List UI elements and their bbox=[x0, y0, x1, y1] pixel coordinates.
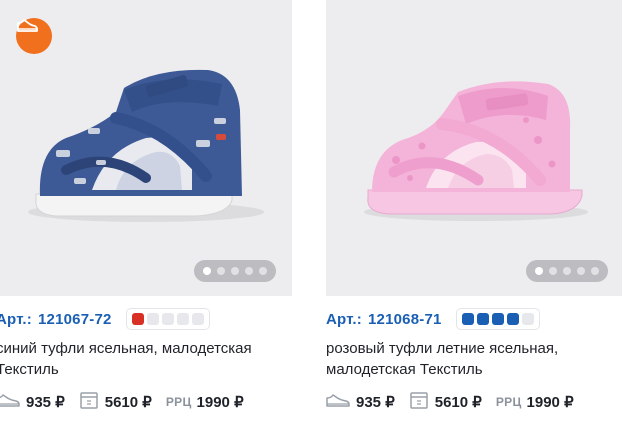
price-row: 935 ₽ 5610 ₽ РРЦ 1990 ₽ bbox=[0, 390, 258, 414]
rrc-price: РРЦ 1990 ₽ bbox=[166, 393, 244, 411]
box-price-value: 5610 ₽ bbox=[104, 394, 152, 411]
pager-dot[interactable] bbox=[245, 267, 253, 275]
product-title[interactable]: синий туфли ясельная, малодетская Тексти… bbox=[0, 338, 292, 380]
article-value: 121067-72 bbox=[38, 310, 112, 328]
product-card[interactable]: Арт.: 121068-71 розовый туфли летние ясел… bbox=[326, 0, 626, 422]
unit-price: 935 ₽ bbox=[0, 392, 65, 412]
pager-dot[interactable] bbox=[217, 267, 225, 275]
rrc-price: РРЦ 1990 ₽ bbox=[496, 393, 574, 411]
pager-dot[interactable] bbox=[577, 267, 585, 275]
product-title[interactable]: розовый туфли летние ясельная, малодетск… bbox=[326, 338, 622, 380]
box-icon bbox=[409, 390, 429, 414]
article-label: Арт.: bbox=[326, 310, 362, 328]
stock-cell bbox=[506, 313, 519, 325]
product-photo[interactable] bbox=[326, 0, 622, 296]
box-price: 5610 ₽ bbox=[79, 390, 152, 414]
article-number[interactable]: Арт.: 121067-72 bbox=[0, 311, 112, 328]
pager-dot[interactable] bbox=[231, 267, 239, 275]
sneaker-icon bbox=[0, 392, 20, 412]
stock-cell bbox=[476, 313, 489, 325]
product-card[interactable]: Арт.: 121067-72 синий туфли ясельная, мал… bbox=[0, 0, 296, 422]
stock-cell bbox=[176, 313, 189, 325]
article-value: 121068-71 bbox=[368, 310, 442, 328]
box-price-value: 5610 ₽ bbox=[434, 394, 482, 411]
unit-price: 935 ₽ bbox=[326, 392, 395, 412]
rrc-price-value: 1990 ₽ bbox=[196, 394, 244, 411]
stock-cell bbox=[131, 313, 144, 325]
shoe-badge-icon bbox=[16, 18, 52, 54]
pager-dot[interactable] bbox=[535, 267, 543, 275]
gallery-pager[interactable] bbox=[526, 260, 608, 282]
box-icon bbox=[79, 390, 99, 414]
rrc-price-value: 1990 ₽ bbox=[526, 394, 574, 411]
stock-indicator bbox=[455, 308, 540, 330]
article-row: Арт.: 121068-71 bbox=[326, 308, 540, 330]
pager-dot[interactable] bbox=[591, 267, 599, 275]
stock-cell bbox=[491, 313, 504, 325]
article-number[interactable]: Арт.: 121068-71 bbox=[326, 311, 442, 328]
gallery-pager[interactable] bbox=[194, 260, 276, 282]
pager-dot[interactable] bbox=[259, 267, 267, 275]
stock-cell bbox=[161, 313, 174, 325]
product-photo[interactable] bbox=[0, 0, 292, 296]
sneaker-icon bbox=[326, 392, 350, 412]
stock-cell bbox=[521, 313, 534, 325]
stock-cell bbox=[146, 313, 159, 325]
price-row: 935 ₽ 5610 ₽ РРЦ 1990 ₽ bbox=[326, 390, 588, 414]
box-price: 5610 ₽ bbox=[409, 390, 482, 414]
article-label: Арт.: bbox=[0, 310, 32, 328]
pager-dot[interactable] bbox=[563, 267, 571, 275]
price-value: 935 ₽ bbox=[356, 394, 395, 411]
pager-dot[interactable] bbox=[203, 267, 211, 275]
stock-cell bbox=[191, 313, 204, 325]
article-row: Арт.: 121067-72 bbox=[0, 308, 210, 330]
stock-cell bbox=[461, 313, 474, 325]
rrc-label: РРЦ bbox=[165, 395, 192, 409]
pager-dot[interactable] bbox=[549, 267, 557, 275]
price-value: 935 ₽ bbox=[26, 394, 65, 411]
rrc-label: РРЦ bbox=[495, 395, 522, 409]
stock-indicator bbox=[125, 308, 210, 330]
